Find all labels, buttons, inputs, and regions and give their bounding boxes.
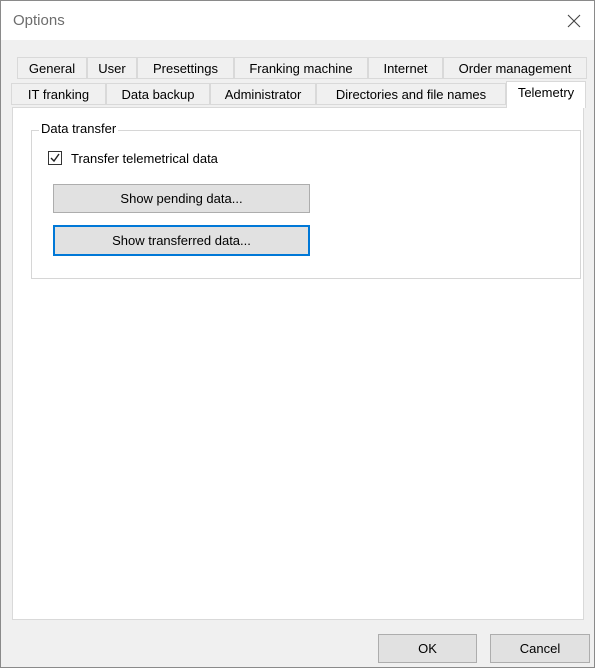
tab-it-franking[interactable]: IT franking (11, 83, 106, 105)
tab-administrator[interactable]: Administrator (210, 83, 316, 105)
tab-general[interactable]: General (17, 57, 87, 79)
tab-internet[interactable]: Internet (368, 57, 443, 79)
transfer-telemetry-checkbox[interactable] (48, 151, 62, 165)
show-pending-data-button[interactable]: Show pending data... (53, 184, 310, 213)
show-transferred-data-button[interactable]: Show transferred data... (53, 225, 310, 256)
window-title: Options (13, 12, 65, 29)
close-icon (567, 14, 581, 27)
title-bar: Options (1, 1, 594, 40)
close-button[interactable] (554, 1, 594, 40)
group-label: Data transfer (39, 121, 119, 136)
tab-presettings[interactable]: Presettings (137, 57, 234, 79)
checkmark-icon (50, 153, 60, 163)
tab-directories-and-file-names[interactable]: Directories and file names (316, 83, 506, 105)
tab-order-management[interactable]: Order management (443, 57, 587, 79)
tab-user[interactable]: User (87, 57, 137, 79)
cancel-button[interactable]: Cancel (490, 634, 590, 663)
tab-franking-machine[interactable]: Franking machine (234, 57, 368, 79)
tab-telemetry[interactable]: Telemetry (506, 81, 586, 108)
tab-data-backup[interactable]: Data backup (106, 83, 210, 105)
ok-button[interactable]: OK (378, 634, 477, 663)
transfer-telemetry-label: Transfer telemetrical data (71, 151, 218, 166)
options-dialog: Options General User Presettings Frankin… (0, 0, 595, 668)
